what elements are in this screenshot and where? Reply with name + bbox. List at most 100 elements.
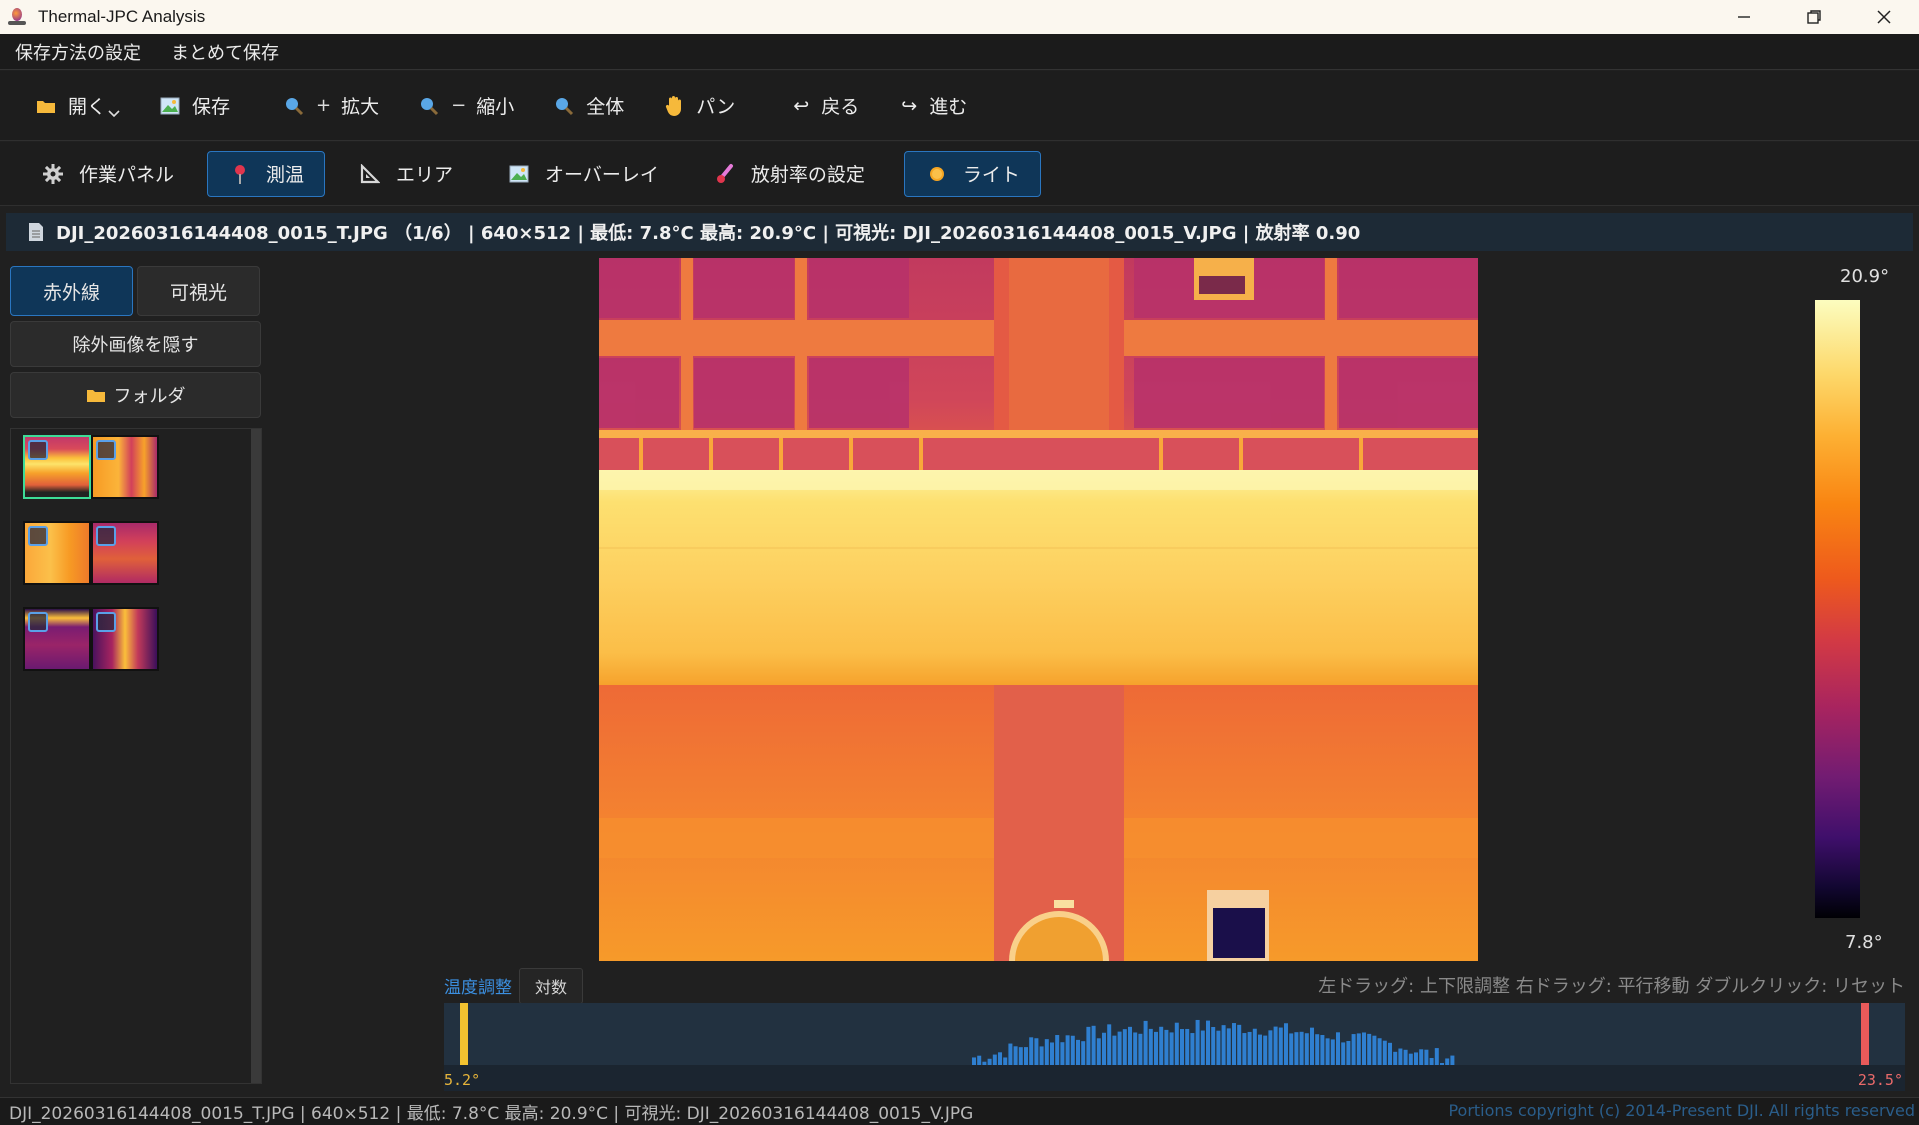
image-icon bbox=[158, 97, 182, 115]
histogram-bar bbox=[1081, 1041, 1086, 1065]
tool-toolbar: 作業パネル 測温 エリア オーバーレイ 放射率の設定 ライト bbox=[0, 142, 1919, 206]
color-scale-bar bbox=[1815, 300, 1860, 918]
file-info-bar: DJI_20260316144408_0015_T.JPG （1/6） | 64… bbox=[6, 213, 1913, 251]
overlay-button[interactable]: オーバーレイ bbox=[486, 151, 680, 197]
open-button[interactable]: 開く bbox=[22, 86, 132, 126]
histogram-bar bbox=[1398, 1048, 1403, 1065]
thermal-image-canvas[interactable] bbox=[599, 258, 1478, 961]
upper-limit-handle[interactable] bbox=[1861, 1003, 1869, 1065]
histogram-hint: 左ドラッグ: 上下限調整 右ドラッグ: 平行移動 ダブルクリック: リセット bbox=[1318, 976, 1905, 997]
redo-icon: ↪ bbox=[901, 94, 918, 117]
thumbnail-checkbox[interactable] bbox=[28, 526, 48, 546]
histogram-bar bbox=[1122, 1029, 1127, 1065]
thumbnail[interactable] bbox=[23, 607, 91, 671]
histogram-bar bbox=[998, 1052, 1002, 1065]
histogram-bar bbox=[1382, 1040, 1387, 1065]
histogram-bars bbox=[460, 1003, 1869, 1065]
restore-button[interactable] bbox=[1779, 0, 1849, 34]
histogram-max-label: 23.5° bbox=[1857, 1071, 1903, 1089]
thumbnail-scrollbar[interactable] bbox=[251, 429, 261, 1083]
thumbnail-row bbox=[23, 435, 159, 499]
histogram-bar bbox=[1408, 1053, 1413, 1065]
zoom-in-button[interactable]: + 拡大 bbox=[270, 86, 391, 126]
menu-bar: 保存方法の設定 まとめて保存 bbox=[0, 34, 1919, 70]
hide-excluded-button[interactable]: 除外画像を隠す bbox=[10, 321, 261, 367]
histogram-bar bbox=[1403, 1049, 1408, 1065]
chevron-down-icon bbox=[108, 106, 120, 122]
histogram-bar bbox=[1346, 1040, 1351, 1065]
histogram-bar bbox=[1013, 1046, 1018, 1065]
thumbnail[interactable] bbox=[23, 435, 91, 499]
thumbnail-checkbox[interactable] bbox=[28, 612, 48, 632]
back-button[interactable]: ↩ 戻る bbox=[777, 86, 871, 126]
scale-max-label: 20.9° bbox=[1840, 266, 1890, 287]
zoom-out-button[interactable]: − 縮小 bbox=[405, 86, 526, 126]
work-panel-button[interactable]: 作業パネル bbox=[20, 151, 195, 197]
histogram-bar bbox=[1242, 1033, 1247, 1065]
forward-label: 進む bbox=[929, 96, 968, 118]
histogram-bar bbox=[1086, 1026, 1091, 1065]
file-info-text: DJI_20260316144408_0015_T.JPG （1/6） | 64… bbox=[56, 223, 1361, 244]
thumbnail[interactable] bbox=[91, 521, 159, 585]
thermal-image bbox=[599, 258, 1478, 961]
thumbnail-list[interactable] bbox=[10, 428, 262, 1084]
close-button[interactable] bbox=[1849, 0, 1919, 34]
light-button[interactable]: ライト bbox=[903, 150, 1041, 197]
measure-button[interactable]: 測温 bbox=[207, 150, 326, 197]
lower-limit-handle[interactable] bbox=[460, 1003, 468, 1065]
fit-label: 全体 bbox=[586, 96, 625, 118]
histogram-bar bbox=[1190, 1033, 1195, 1065]
visible-button[interactable]: 可視光 bbox=[137, 266, 260, 316]
zoom-in-symbol: + bbox=[316, 95, 332, 116]
histogram-bar bbox=[1143, 1020, 1148, 1065]
histogram-bar bbox=[1388, 1042, 1392, 1065]
thumbnail-checkbox[interactable] bbox=[96, 440, 116, 460]
histogram-bar bbox=[1372, 1035, 1377, 1065]
thumbnail[interactable] bbox=[91, 435, 159, 499]
magnifier-icon bbox=[282, 96, 306, 116]
zoom-in-label: 拡大 bbox=[341, 96, 380, 118]
triangle-ruler-icon bbox=[358, 163, 382, 184]
temperature-histogram[interactable] bbox=[444, 1003, 1905, 1065]
pan-label: パン bbox=[696, 96, 736, 118]
histogram-bar bbox=[1195, 1019, 1200, 1065]
histogram-bar bbox=[1289, 1033, 1294, 1065]
emissivity-button[interactable]: 放射率の設定 bbox=[692, 151, 886, 197]
thumbnail-checkbox[interactable] bbox=[28, 440, 48, 460]
histogram-bar bbox=[1294, 1032, 1299, 1065]
histogram-bar bbox=[1112, 1035, 1117, 1065]
histogram-bar bbox=[1096, 1038, 1101, 1065]
histogram-bar bbox=[1304, 1033, 1309, 1065]
minimize-button[interactable] bbox=[1709, 0, 1779, 34]
histogram-bar bbox=[1263, 1035, 1268, 1065]
histogram-bar bbox=[1102, 1032, 1106, 1065]
folder-button[interactable]: フォルダ bbox=[10, 372, 261, 418]
back-label: 戻る bbox=[821, 96, 860, 118]
histogram-bar bbox=[1221, 1025, 1226, 1065]
histogram-bar bbox=[1018, 1047, 1023, 1065]
histogram-bar bbox=[1320, 1035, 1325, 1065]
infrared-button[interactable]: 赤外線 bbox=[10, 266, 133, 316]
thumbnail-checkbox[interactable] bbox=[96, 612, 116, 632]
save-button[interactable]: 保存 bbox=[146, 86, 242, 126]
thumbnail-checkbox[interactable] bbox=[96, 526, 116, 546]
forward-button[interactable]: ↪ 進む bbox=[885, 86, 979, 126]
fit-button[interactable]: 全体 bbox=[540, 86, 636, 126]
histogram-bar bbox=[1419, 1049, 1424, 1065]
thumbnail[interactable] bbox=[23, 521, 91, 585]
restore-icon bbox=[1807, 10, 1821, 24]
log-scale-button[interactable]: 対数 bbox=[519, 968, 583, 1004]
thumbnail-row bbox=[23, 607, 159, 671]
window-controls bbox=[1709, 0, 1919, 34]
thumbnail[interactable] bbox=[91, 607, 159, 671]
histogram-bar bbox=[1367, 1033, 1372, 1065]
menu-batch-save[interactable]: まとめて保存 bbox=[156, 39, 294, 65]
menu-save-settings[interactable]: 保存方法の設定 bbox=[0, 39, 156, 65]
histogram-bar bbox=[1268, 1030, 1273, 1065]
pan-button[interactable]: パン bbox=[650, 86, 747, 126]
histogram-bar bbox=[977, 1055, 982, 1065]
area-button[interactable]: エリア bbox=[337, 151, 474, 197]
histogram-bar bbox=[1154, 1031, 1158, 1065]
histogram-footer bbox=[444, 1065, 1905, 1091]
hand-icon bbox=[662, 95, 686, 117]
